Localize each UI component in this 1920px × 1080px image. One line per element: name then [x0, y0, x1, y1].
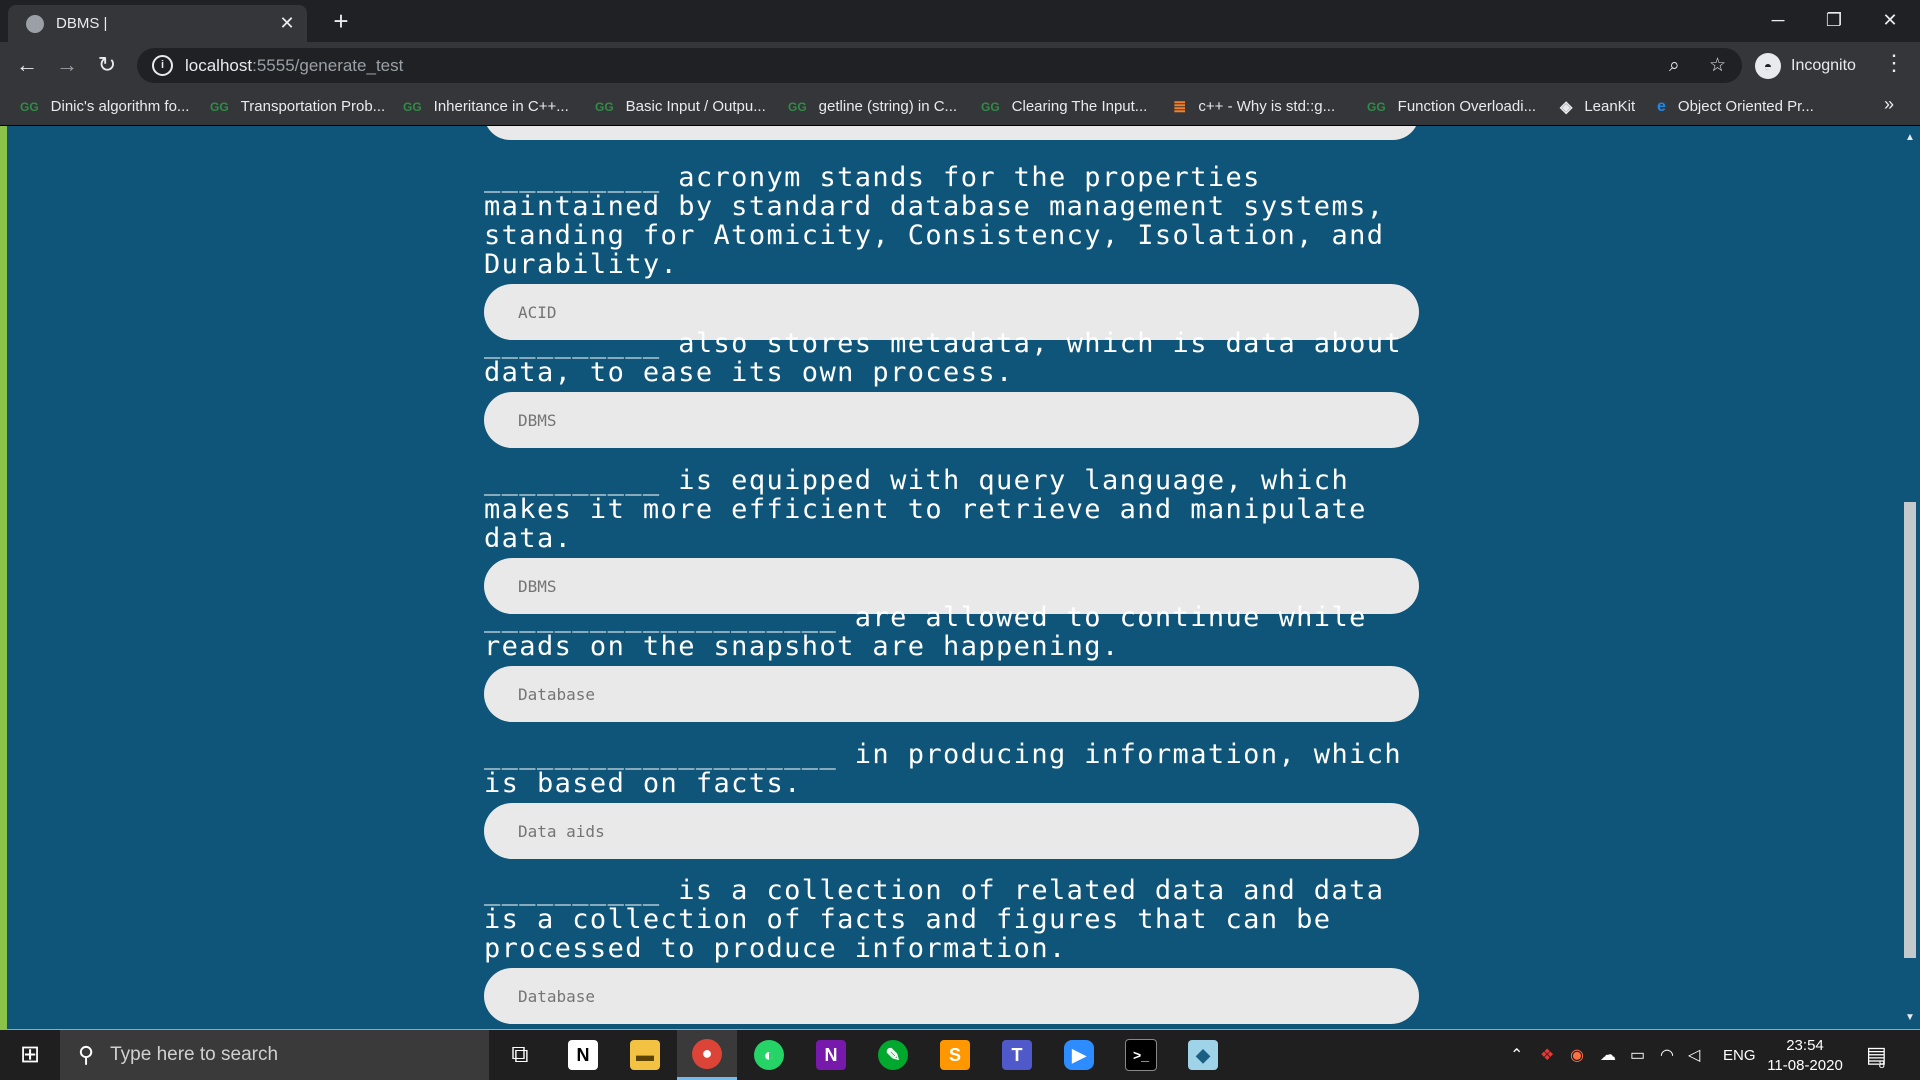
bookmark-item[interactable]: GG getline (string) in C...: [788, 88, 957, 125]
taskbar-clock[interactable]: 23:54 11-08-2020: [1765, 1036, 1845, 1076]
tab-strip: DBMS | ✕ + ─ ❐ ✕: [0, 0, 1920, 42]
forward-button[interactable]: →: [52, 50, 82, 80]
browser-chrome: DBMS | ✕ + ─ ❐ ✕ ← → ↻ i localhost:5555/…: [0, 0, 1920, 126]
question-block: __________ acronym stands for the proper…: [484, 163, 1419, 340]
onedrive-icon[interactable]: ☁: [1600, 1030, 1616, 1080]
browser-menu-icon[interactable]: ⋮: [1883, 50, 1905, 76]
wifi-icon[interactable]: ◠: [1660, 1030, 1674, 1080]
scrollbar-thumb[interactable]: [1904, 502, 1916, 958]
clock-date: 11-08-2020: [1767, 1057, 1843, 1074]
gfg-icon: GG: [981, 99, 1000, 114]
notion-icon[interactable]: N: [553, 1030, 613, 1080]
windows-start-icon[interactable]: ⊞: [0, 1030, 60, 1080]
bookmark-item[interactable]: ≣ c++ - Why is std::g...: [1173, 88, 1335, 125]
bookmarks-bar: GG Dinic's algorithm fo... GG Transportati…: [0, 88, 1920, 126]
question-block: __________ is equipped with query langua…: [484, 466, 1419, 614]
search-placeholder: Type here to search: [110, 1044, 279, 1065]
zoom-icon[interactable]: ⌕: [1669, 55, 1680, 77]
tab-dbms[interactable]: DBMS | ✕: [8, 5, 307, 42]
question-block: ____________________ in producing inform…: [484, 740, 1419, 859]
volume-icon[interactable]: ◁: [1688, 1030, 1700, 1080]
incognito-profile-button[interactable]: ◓ Incognito: [1755, 48, 1856, 83]
sublime-text-icon[interactable]: S: [925, 1030, 985, 1080]
url-path: :5555/generate_test: [252, 55, 404, 75]
site-info-icon[interactable]: i: [152, 55, 173, 76]
whatsapp-icon[interactable]: ◐: [739, 1030, 799, 1080]
answer-input[interactable]: [484, 392, 1419, 448]
bookmark-star-icon[interactable]: ☆: [1709, 54, 1726, 77]
bookmark-item[interactable]: ◈ LeanKit: [1560, 88, 1635, 125]
zoom-app-icon[interactable]: ▶: [1049, 1030, 1109, 1080]
taskbar-search-box[interactable]: ⚲ Type here to search: [60, 1030, 489, 1080]
evernote-icon[interactable]: ✎: [863, 1030, 923, 1080]
gfg-icon: GG: [788, 99, 807, 114]
notification-center-icon[interactable]: ▤8: [1866, 1042, 1893, 1071]
question-block: __________ is a collection of related da…: [484, 876, 1419, 1024]
question-text: ____________________ are allowed to cont…: [484, 602, 1385, 662]
question-text: ____________________ in producing inform…: [484, 739, 1420, 799]
tray-app-icon[interactable]: ◉: [1570, 1030, 1584, 1080]
question-block: __________ also stores metadata, which i…: [484, 329, 1419, 448]
bookmark-item[interactable]: e Object Oriented Pr...: [1657, 88, 1814, 125]
answer-input[interactable]: [484, 803, 1419, 859]
battery-icon[interactable]: ▭: [1630, 1030, 1645, 1080]
gfg-icon: GG: [20, 99, 39, 114]
stackoverflow-icon: ≣: [1173, 98, 1187, 116]
bookmark-item[interactable]: GG Clearing The Input...: [981, 88, 1147, 125]
scroll-up-icon[interactable]: ▲: [1905, 132, 1915, 143]
restore-button[interactable]: ❐: [1806, 0, 1862, 40]
address-bar[interactable]: i localhost:5555/generate_test ⌕ ☆: [137, 48, 1742, 83]
question-text: __________ is equipped with query langua…: [484, 465, 1385, 554]
bookmark-item[interactable]: GG Dinic's algorithm fo...: [20, 88, 189, 125]
bookmark-item[interactable]: GG Basic Input / Outpu...: [595, 88, 766, 125]
question-block: ____________________ are allowed to cont…: [484, 603, 1419, 722]
file-explorer-icon[interactable]: ▬: [615, 1030, 675, 1080]
search-icon: ⚲: [78, 1042, 95, 1067]
more-bookmarks-icon[interactable]: »: [1884, 94, 1894, 115]
browser-toolbar: ← → ↻ i localhost:5555/generate_test ⌕ ☆…: [0, 42, 1920, 88]
leankit-icon: ◈: [1560, 98, 1573, 116]
show-hidden-icons[interactable]: ⌃: [1510, 1030, 1523, 1080]
gfg-icon: GG: [403, 99, 422, 114]
edge-page-icon: e: [1657, 97, 1666, 115]
answer-input[interactable]: [484, 968, 1419, 1024]
page-viewport: __________ acronym stands for the proper…: [7, 126, 1902, 1029]
minimize-button[interactable]: ─: [1750, 0, 1806, 40]
notification-count: 8: [1878, 1059, 1885, 1071]
question-text: __________ acronym stands for the proper…: [484, 162, 1403, 280]
question-text: __________ also stores metadata, which i…: [484, 328, 1420, 388]
scroll-down-icon[interactable]: ▼: [1905, 1012, 1915, 1023]
chrome-icon[interactable]: ●: [677, 1030, 737, 1080]
bookmark-item[interactable]: GG Function Overloadi...: [1367, 88, 1536, 125]
bookmark-item[interactable]: GG Transportation Prob...: [210, 88, 385, 125]
close-tab-icon[interactable]: ✕: [275, 13, 299, 34]
bookmark-item[interactable]: GG Inheritance in C++...: [403, 88, 569, 125]
previous-answer-input[interactable]: [484, 126, 1419, 140]
question-text: __________ is a collection of related da…: [484, 875, 1403, 964]
incognito-label: Incognito: [1791, 56, 1856, 74]
answer-input[interactable]: [484, 666, 1419, 722]
language-indicator[interactable]: ENG: [1723, 1030, 1756, 1080]
globe-icon: [26, 14, 44, 33]
gfg-icon: GG: [210, 99, 229, 114]
clock-time: 23:54: [1786, 1037, 1824, 1054]
incognito-icon: ◓: [1755, 52, 1781, 79]
reload-button[interactable]: ↻: [92, 50, 122, 80]
close-window-button[interactable]: ✕: [1862, 0, 1918, 40]
gfg-icon: GG: [1367, 99, 1386, 114]
terminal-icon[interactable]: >_: [1111, 1030, 1171, 1080]
new-tab-button[interactable]: +: [326, 6, 356, 36]
windows-taskbar: ⊞ ⚲ Type here to search ⧉ N ▬ ● ◐ N ✎ S …: [0, 1030, 1920, 1080]
url-host: localhost: [185, 55, 253, 75]
page-scrollbar[interactable]: ▲ ▼: [1902, 126, 1920, 1029]
back-button[interactable]: ←: [12, 50, 42, 80]
task-view-icon[interactable]: ⧉: [490, 1030, 550, 1080]
onenote-icon[interactable]: N: [801, 1030, 861, 1080]
paint-icon[interactable]: ◆: [1173, 1030, 1233, 1080]
gfg-icon: GG: [595, 99, 614, 114]
tab-title: DBMS |: [56, 15, 108, 32]
teams-icon[interactable]: T: [987, 1030, 1047, 1080]
tray-app-icon[interactable]: ❖: [1540, 1030, 1554, 1080]
